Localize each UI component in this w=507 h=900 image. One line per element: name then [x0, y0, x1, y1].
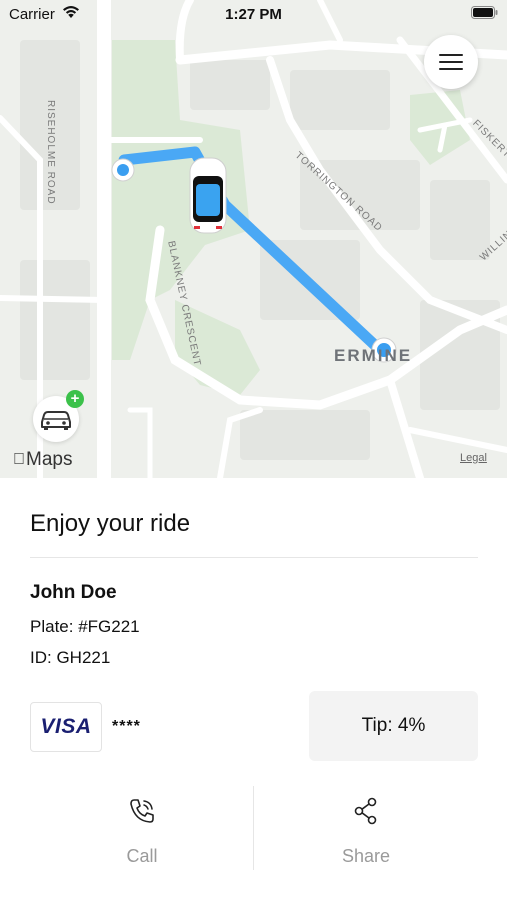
map-view[interactable]: RISEHOLME ROAD TORRINGTON ROAD BLANKNEY …: [0, 0, 507, 478]
tip-button[interactable]: Tip: 4%: [309, 691, 478, 761]
street-label-riseholme: RISEHOLME ROAD: [45, 100, 56, 205]
plus-icon: +: [66, 390, 84, 408]
ride-status-title: Enjoy your ride: [30, 510, 191, 537]
request-car-button[interactable]: +: [33, 390, 84, 442]
driver-id: ID: GH221: [30, 648, 111, 667]
legal-link[interactable]: Legal: [460, 452, 487, 464]
share-icon: [354, 797, 377, 825]
hamburger-icon-line: [439, 68, 463, 70]
battery-icon: [471, 6, 498, 19]
apple-icon: : [13, 451, 25, 469]
car-marker: [189, 157, 227, 234]
call-label: Call: [126, 846, 158, 866]
ride-details-sheet: Enjoy your ride John Doe Plate: #FG221 I…: [0, 478, 507, 900]
card-number-masked: ****: [112, 718, 141, 735]
area-label: ERMINE: [334, 346, 413, 365]
tip-label: Tip: 4%: [361, 715, 426, 736]
clock: 1:27 PM: [225, 6, 282, 23]
phone-icon: [130, 799, 154, 823]
card-brand: VISA: [40, 715, 92, 738]
action-bar: Call Share: [30, 784, 478, 870]
hamburger-icon: [439, 54, 463, 56]
payment-method[interactable]: VISA ****: [30, 702, 260, 752]
share-button[interactable]: Share: [254, 784, 478, 870]
driver-plate: Plate: #FG221: [30, 617, 140, 636]
apple-maps-logo:  Maps: [13, 449, 72, 471]
status-bar: Carrier 1:27 PM: [0, 0, 507, 28]
driver-name: John Doe: [30, 582, 117, 603]
hamburger-icon-line: [439, 61, 463, 63]
call-button[interactable]: Call: [30, 784, 254, 870]
share-label: Share: [341, 846, 391, 866]
maps-brand-label: Maps: [14, 449, 72, 470]
visa-card-icon: VISA: [30, 702, 102, 752]
menu-button[interactable]: [424, 35, 478, 89]
divider: [30, 557, 478, 558]
